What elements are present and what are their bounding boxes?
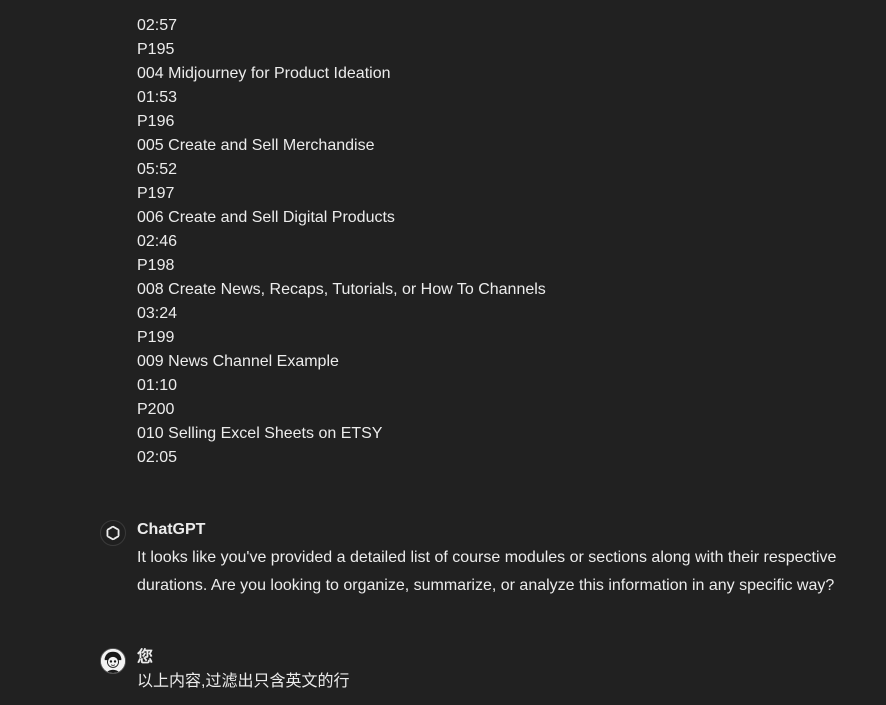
message-line: 009 News Channel Example bbox=[137, 353, 339, 370]
message-line: 02:57 bbox=[137, 17, 178, 34]
user-message-text: 以上内容,过滤出只含英文的行 bbox=[137, 673, 350, 690]
message-line: 01:10 bbox=[137, 377, 178, 394]
message-line: 006 Create and Sell Digital Products bbox=[137, 209, 395, 226]
message-line: 008 Create News, Recaps, Tutorials, or H… bbox=[137, 281, 546, 298]
user-sender-name: 您 bbox=[137, 649, 154, 666]
message-line: 01:53 bbox=[137, 89, 178, 106]
message-line: 03:24 bbox=[137, 305, 178, 322]
message-line: 005 Create and Sell Merchandise bbox=[137, 137, 375, 154]
message-line: P195 bbox=[137, 41, 175, 58]
user-message-list: 02:57 P195 004 Midjourney for Product Id… bbox=[137, 14, 857, 470]
message-line: 004 Midjourney for Product Ideation bbox=[137, 65, 391, 82]
message-line: P199 bbox=[137, 329, 175, 346]
message-line: P196 bbox=[137, 113, 175, 130]
user-avatar-icon[interactable] bbox=[100, 648, 126, 674]
message-line: P200 bbox=[137, 401, 175, 418]
message-line: P198 bbox=[137, 257, 175, 274]
message-line: P197 bbox=[137, 185, 175, 202]
message-line: 010 Selling Excel Sheets on ETSY bbox=[137, 425, 383, 442]
message-line: 02:46 bbox=[137, 233, 178, 250]
message-line: 05:52 bbox=[137, 161, 178, 178]
assistant-message-text: It looks like you've provided a detailed… bbox=[137, 549, 837, 594]
assistant-sender-name: ChatGPT bbox=[137, 521, 206, 538]
openai-logo-icon bbox=[100, 520, 126, 546]
message-line: 02:05 bbox=[137, 449, 178, 466]
chat-viewport[interactable]: 02:57 P195 004 Midjourney for Product Id… bbox=[0, 0, 886, 705]
